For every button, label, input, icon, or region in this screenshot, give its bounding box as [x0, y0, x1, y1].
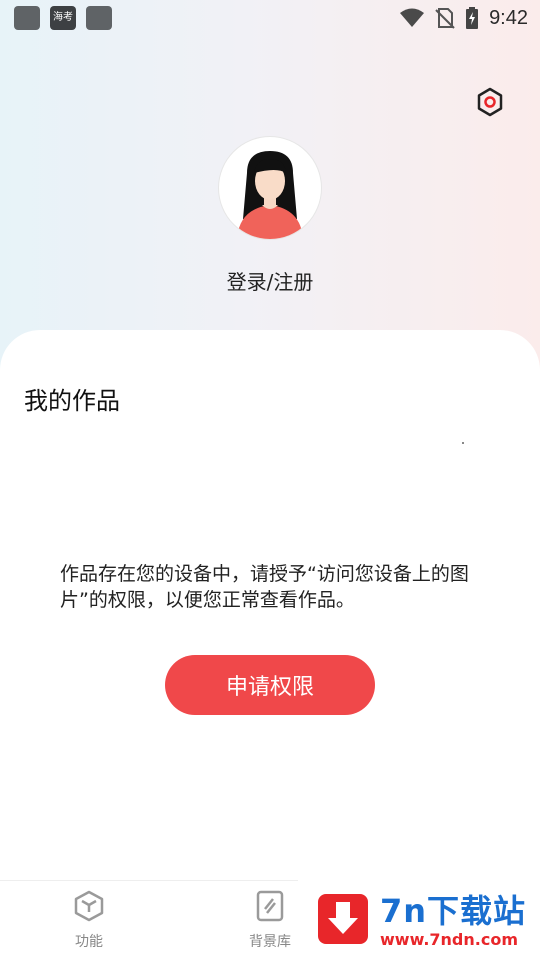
clock: 9:42	[489, 6, 528, 29]
tab-features[interactable]: 功能	[44, 889, 134, 951]
watermark-title: 7n下载站	[380, 892, 527, 930]
status-bar: 海考 9:42	[0, 0, 540, 36]
download-arrow-icon	[318, 894, 368, 944]
avatar[interactable]	[219, 137, 321, 239]
app-notification-icon: 海考	[50, 6, 76, 30]
decorative-dot	[462, 442, 464, 444]
user-avatar-icon	[237, 151, 303, 239]
cube-icon	[74, 890, 104, 922]
notification-icon	[86, 6, 112, 30]
permission-message: 作品存在您的设备中，请授予“访问您设备上的图片”的权限，以便您正常查看作品。	[60, 563, 469, 611]
no-sim-icon	[435, 8, 455, 29]
site-watermark: 7n下载站 www.7ndn.com	[298, 880, 540, 960]
login-register-link[interactable]: 登录/注册	[0, 266, 540, 295]
wifi-icon	[400, 8, 425, 27]
watermark-url: www.7ndn.com	[380, 930, 518, 949]
tab-features-label: 功能	[75, 934, 103, 950]
settings-button[interactable]	[473, 85, 507, 119]
settings-icon	[477, 87, 503, 117]
request-permission-button[interactable]: 申请权限	[165, 655, 375, 715]
background-library-icon	[256, 890, 284, 922]
my-works-title: 我的作品	[24, 387, 120, 415]
battery-charging-icon	[466, 7, 479, 29]
notification-icon	[14, 6, 40, 30]
